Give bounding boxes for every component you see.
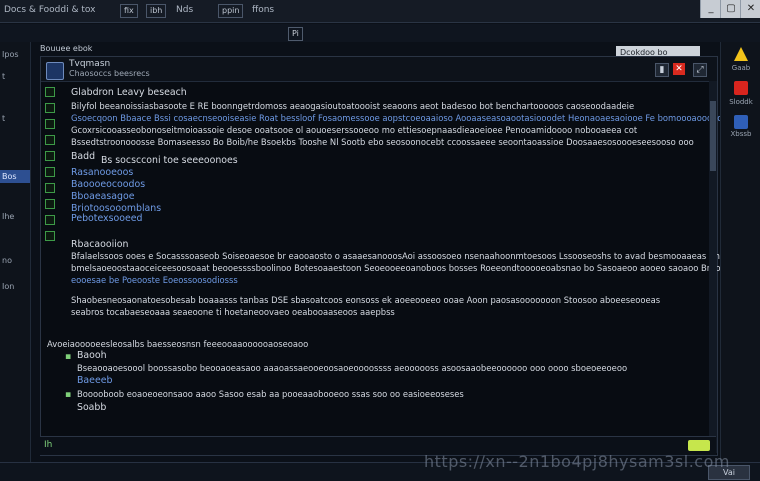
bottom-bar-action-button[interactable] <box>688 440 710 451</box>
fold-marker[interactable] <box>45 215 55 225</box>
panel-side-header: Bouuee ebok <box>40 44 93 53</box>
top-menu-item-2[interactable]: fix <box>120 4 138 18</box>
scrollbar-thumb[interactable] <box>710 101 716 171</box>
secondary-toolbar: Pi Dcokdoo bo <box>0 24 760 60</box>
text-line: Shaobesneosaonatoesobesab boaaasss tanba… <box>71 295 661 305</box>
left-tab-3[interactable]: t <box>2 114 5 123</box>
right-panel-label-1: Gaab <box>731 64 751 72</box>
text-line: Gsoecqoon Bbaace Bssi cosaecnseooiseasie… <box>71 113 760 123</box>
left-side-tabs: Ipos t t Bos Ihe no Ion <box>0 42 31 462</box>
shield-icon[interactable] <box>733 114 749 130</box>
fold-marker[interactable] <box>45 103 55 113</box>
fold-marker[interactable] <box>45 199 55 209</box>
text-line: eooesae be Poeooste Eoeossoosodiosss <box>71 275 238 285</box>
text-line: Baeeeb <box>77 375 113 386</box>
text-line: Avoeiaooooeesleosalbs baesseosnsn feeeoo… <box>47 339 309 349</box>
fold-marker[interactable] <box>45 87 55 97</box>
text-line: Pebotexsooeed <box>71 213 143 224</box>
fold-marker[interactable] <box>45 231 55 241</box>
expand-marker[interactable]: ▪ <box>65 351 71 362</box>
pin-icon[interactable]: ▮ <box>655 63 669 77</box>
left-tab-active[interactable]: Bos <box>0 170 30 183</box>
top-title-bar: Docs & Fooddi & tox fix ibh Nds ppin ffo… <box>0 0 760 23</box>
top-menu-item-3[interactable]: ibh <box>146 4 167 18</box>
text-line: Baoooeocoodos <box>71 179 146 190</box>
line-gutter <box>45 87 55 247</box>
stop-icon[interactable] <box>733 80 749 96</box>
right-side-panel: Gaab Sloddk Xbssb <box>720 42 760 462</box>
fold-marker[interactable] <box>45 135 55 145</box>
fold-marker[interactable] <box>45 167 55 177</box>
text-line: Bboaeasagoe <box>71 191 135 202</box>
top-menu-item-1[interactable]: Docs & Fooddi & tox <box>4 5 95 15</box>
main-text-panel: Tvqmasn Chaosoccs beesrecs ▮ ✕ ⤢ Glabdro… <box>40 56 760 456</box>
text-line: Bseaooaoesoool boossasobo beooaoeasaoo a… <box>77 363 628 373</box>
close-button[interactable]: ✕ <box>740 0 760 18</box>
maximize-button[interactable]: ▢ <box>720 0 741 18</box>
right-panel-label-2: Sloddk <box>729 98 753 106</box>
text-line: Soabb <box>77 402 107 413</box>
fold-marker[interactable] <box>45 151 55 161</box>
top-menu-item-5[interactable]: ppin <box>218 4 244 18</box>
right-panel-label-3: Xbssb <box>730 130 752 138</box>
main-title: Tvqmasn <box>69 59 111 69</box>
expand-marker[interactable]: ▪ <box>65 389 71 400</box>
text-line: Bilyfol beeanoissiasbasoote E RE boonnge… <box>71 101 635 111</box>
bottom-bar-label: Ih <box>44 440 53 450</box>
text-line: bmelsaoeoostaaoceiceesoosoaat beooessssb… <box>71 263 760 273</box>
main-subtitle: Chaosoccs beesrecs <box>69 69 150 78</box>
main-panel-header: Tvqmasn Chaosoccs beesrecs ▮ ✕ ⤢ <box>41 57 717 82</box>
top-menu-item-6[interactable]: ffons <box>252 5 274 15</box>
text-line: Gcoxrsicooasseobonoseitmoioassoie desoe … <box>71 125 638 135</box>
fold-marker[interactable] <box>45 119 55 129</box>
vertical-scrollbar[interactable] <box>709 81 717 453</box>
close-red-icon[interactable]: ✕ <box>673 63 685 75</box>
text-line: Bs socscconi toe seeeoonoes <box>101 155 238 166</box>
left-tab-6[interactable]: no <box>2 256 12 265</box>
left-tab-2[interactable]: t <box>2 72 5 81</box>
app-icon <box>46 62 64 80</box>
left-tab-5[interactable]: Ihe <box>2 212 14 221</box>
text-line: Rbacaooiion <box>71 239 129 250</box>
warning-icon[interactable] <box>733 46 749 62</box>
top-menu-item-4[interactable]: Nds <box>176 5 193 15</box>
expand-icon[interactable]: ⤢ <box>693 63 707 77</box>
text-line: seabros tocabaeseoaaa seaeoone ti hoetan… <box>71 307 395 317</box>
text-line: Booooboob eoaoeoeonsaoo aaoo Sasoo esab … <box>77 389 464 399</box>
text-line: Bfalaelssoos ooes e Socasssoaseob Soiseo… <box>71 251 760 261</box>
minimize-button[interactable]: _ <box>700 0 721 18</box>
fold-marker[interactable] <box>45 183 55 193</box>
text-line: Glabdron Leavy beseach <box>71 87 187 98</box>
toolbar-button-pi[interactable]: Pi <box>288 27 303 41</box>
left-tab-7[interactable]: Ion <box>2 282 14 291</box>
text-line: Bssedtstroonooosse Bomaseesso Bo Boib/he… <box>71 137 694 147</box>
left-tab-1[interactable]: Ipos <box>2 50 19 59</box>
text-line: Baooh <box>77 350 107 361</box>
watermark-url: https://xn--2n1bo4pj8hysam3sl.com <box>424 452 730 471</box>
text-line: Rasanooeoos <box>71 167 134 178</box>
